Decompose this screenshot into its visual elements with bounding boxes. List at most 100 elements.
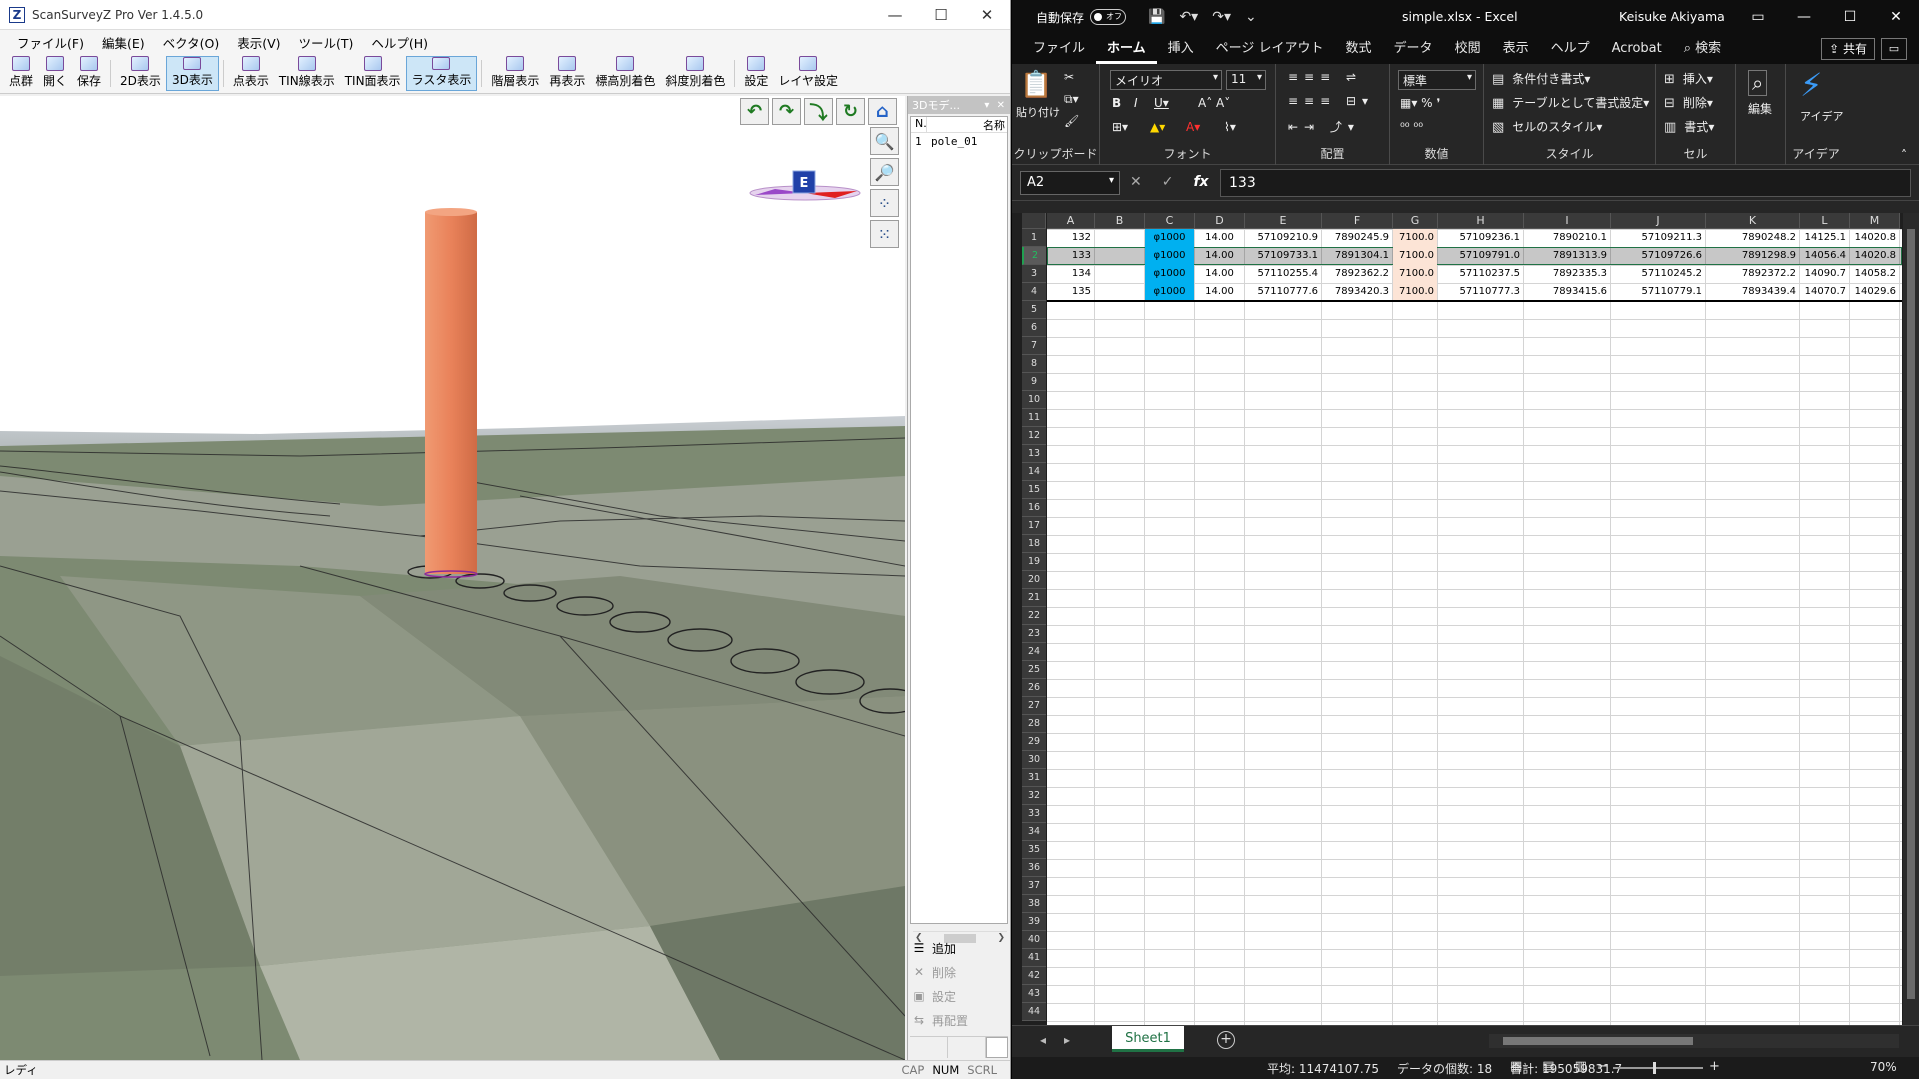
- row-header[interactable]: 34: [1022, 823, 1046, 841]
- rotate-right-icon[interactable]: ↻: [836, 98, 865, 125]
- table-cell[interactable]: [1095, 283, 1144, 301]
- row-header[interactable]: 43: [1022, 985, 1046, 1003]
- close-button[interactable]: ✕: [964, 0, 1010, 30]
- maximize-button[interactable]: ☐: [918, 0, 964, 30]
- customize-qat-icon[interactable]: ⌄: [1245, 9, 1257, 25]
- redo-icon[interactable]: ↷▾: [1212, 9, 1231, 25]
- undo-icon[interactable]: ↶▾: [1179, 9, 1198, 25]
- ideas-button[interactable]: アイデア: [1800, 108, 1843, 124]
- row-header[interactable]: 19: [1022, 553, 1046, 571]
- add-model-button[interactable]: ☰ 追加: [912, 936, 968, 960]
- table-cell[interactable]: 7100.0: [1393, 229, 1437, 247]
- column-header[interactable]: A: [1047, 213, 1095, 229]
- save-icon[interactable]: 💾: [1148, 9, 1165, 25]
- table-cell[interactable]: φ1000: [1145, 247, 1194, 265]
- page-layout-view-icon[interactable]: ▤: [1542, 1059, 1554, 1074]
- add-point-icon[interactable]: ⁘: [870, 189, 899, 217]
- table-cell[interactable]: 7100.0: [1393, 247, 1437, 265]
- row-header[interactable]: 26: [1022, 679, 1046, 697]
- font-size-select[interactable]: 11: [1226, 70, 1266, 90]
- tab-page-layout[interactable]: ページ レイアウト: [1205, 34, 1335, 64]
- collapse-ribbon-icon[interactable]: ˄: [1901, 148, 1907, 162]
- decimal-icons[interactable]: ⁰⁰ ⁰⁰: [1400, 120, 1423, 134]
- table-cell[interactable]: [1095, 229, 1144, 247]
- page-break-view-icon[interactable]: ▥: [1575, 1059, 1587, 1074]
- select-all-corner[interactable]: [1022, 213, 1046, 229]
- column-header[interactable]: G: [1393, 213, 1438, 229]
- row-header[interactable]: 4: [1022, 283, 1046, 301]
- zoom-out-icon[interactable]: −: [1597, 1059, 1608, 1074]
- paste-icon[interactable]: 📋: [1020, 70, 1052, 100]
- table-cell[interactable]: 57109791.0: [1438, 247, 1523, 265]
- formula-input[interactable]: 133: [1220, 169, 1911, 197]
- table-cell[interactable]: 7892372.2: [1706, 265, 1799, 283]
- table-cell[interactable]: 7890245.9: [1322, 229, 1392, 247]
- tab-file[interactable]: ファイル: [1022, 34, 1096, 64]
- row-header[interactable]: 41: [1022, 949, 1046, 967]
- rotate-down-icon[interactable]: ⤵: [804, 98, 833, 125]
- row-header[interactable]: 38: [1022, 895, 1046, 913]
- tell-me-search[interactable]: ⌕ 検索: [1673, 34, 1732, 64]
- row-header[interactable]: 27: [1022, 697, 1046, 715]
- copy-icon[interactable]: ⧉▾: [1064, 92, 1079, 107]
- tool-tin-face-button[interactable]: TIN面表示: [340, 56, 406, 91]
- tool-point-cloud-button[interactable]: 点群: [4, 56, 38, 91]
- table-cell[interactable]: 7893415.6: [1524, 283, 1610, 301]
- zoom-out-icon[interactable]: 🔎: [870, 158, 899, 186]
- ideas-icon[interactable]: ⚡: [1800, 66, 1822, 104]
- zoom-in-icon[interactable]: +: [1709, 1059, 1720, 1074]
- menu-file[interactable]: ファイル(F): [8, 33, 93, 52]
- indent-icons[interactable]: ⇤⇥ ⤴▾: [1288, 118, 1360, 135]
- vertical-align-icons[interactable]: ≡≡≡ ⇌: [1288, 70, 1362, 84]
- zoom-level[interactable]: 70%: [1870, 1060, 1897, 1074]
- tab-help[interactable]: ヘルプ: [1540, 34, 1601, 64]
- vertical-scrollbar[interactable]: [1903, 213, 1919, 1025]
- table-cell[interactable]: 14.00: [1195, 265, 1244, 283]
- conditional-format-button[interactable]: ▤ 条件付き書式▾: [1492, 70, 1590, 87]
- row-header[interactable]: 44: [1022, 1003, 1046, 1021]
- tab-review[interactable]: 校閲: [1444, 34, 1492, 64]
- sheet-tab[interactable]: Sheet1: [1112, 1026, 1184, 1052]
- table-cell[interactable]: 57109236.1: [1438, 229, 1523, 247]
- worksheet-grid[interactable]: ABCDEFGHIJKLM 1 2 3 4 5 6 7 8 9 10 11 12 13 14 15 16 17 1…: [1012, 213, 1919, 1025]
- column-header[interactable]: H: [1438, 213, 1524, 229]
- table-cell[interactable]: 7100.0: [1393, 265, 1437, 283]
- row-header[interactable]: 6: [1022, 319, 1046, 337]
- table-cell[interactable]: 7100.0: [1393, 283, 1437, 301]
- row-header[interactable]: 23: [1022, 625, 1046, 643]
- row-header[interactable]: 12: [1022, 427, 1046, 445]
- row-header[interactable]: 21: [1022, 589, 1046, 607]
- row-header[interactable]: 1: [1022, 229, 1046, 247]
- tool-tin-line-button[interactable]: TIN線表示: [274, 56, 340, 91]
- delete-model-button[interactable]: ✕ 削除: [912, 960, 968, 984]
- minimize-button[interactable]: —: [1781, 0, 1827, 34]
- row-header[interactable]: 16: [1022, 499, 1046, 517]
- tool-slope-color-button[interactable]: 斜度別着色: [660, 56, 730, 91]
- row-header[interactable]: 42: [1022, 967, 1046, 985]
- row-header[interactable]: 2: [1022, 247, 1046, 265]
- table-cell[interactable]: 14029.6: [1850, 283, 1899, 301]
- column-header[interactable]: F: [1322, 213, 1393, 229]
- insert-function-icon[interactable]: fx: [1193, 174, 1208, 190]
- row-header[interactable]: 15: [1022, 481, 1046, 499]
- insert-cells-button[interactable]: ⊞ 挿入▾: [1664, 70, 1713, 87]
- column-header[interactable]: J: [1611, 213, 1706, 229]
- table-cell[interactable]: 57110245.2: [1611, 265, 1705, 283]
- table-cell[interactable]: 14.00: [1195, 283, 1244, 301]
- row-header[interactable]: 31: [1022, 769, 1046, 787]
- row-header[interactable]: 5: [1022, 301, 1046, 319]
- table-cell[interactable]: 7891313.9: [1524, 247, 1610, 265]
- phonetic-icon[interactable]: ⌇▾: [1224, 120, 1236, 134]
- model-settings-button[interactable]: ▣ 設定: [912, 984, 968, 1008]
- table-cell[interactable]: 133: [1047, 247, 1094, 265]
- table-cell[interactable]: 14020.8: [1850, 229, 1899, 247]
- tool-layer-settings-button[interactable]: レイヤ設定: [773, 56, 843, 91]
- zoom-in-icon[interactable]: 🔍: [870, 127, 899, 155]
- row-header[interactable]: 37: [1022, 877, 1046, 895]
- home-icon[interactable]: ⌂: [868, 98, 897, 125]
- orientation-gizmo-icon[interactable]: E: [745, 165, 865, 215]
- table-cell[interactable]: 14056.4: [1800, 247, 1849, 265]
- table-cell[interactable]: 14125.1: [1800, 229, 1849, 247]
- currency-percent-icons[interactable]: ▦▾ % ❜: [1400, 96, 1440, 110]
- row-header[interactable]: 11: [1022, 409, 1046, 427]
